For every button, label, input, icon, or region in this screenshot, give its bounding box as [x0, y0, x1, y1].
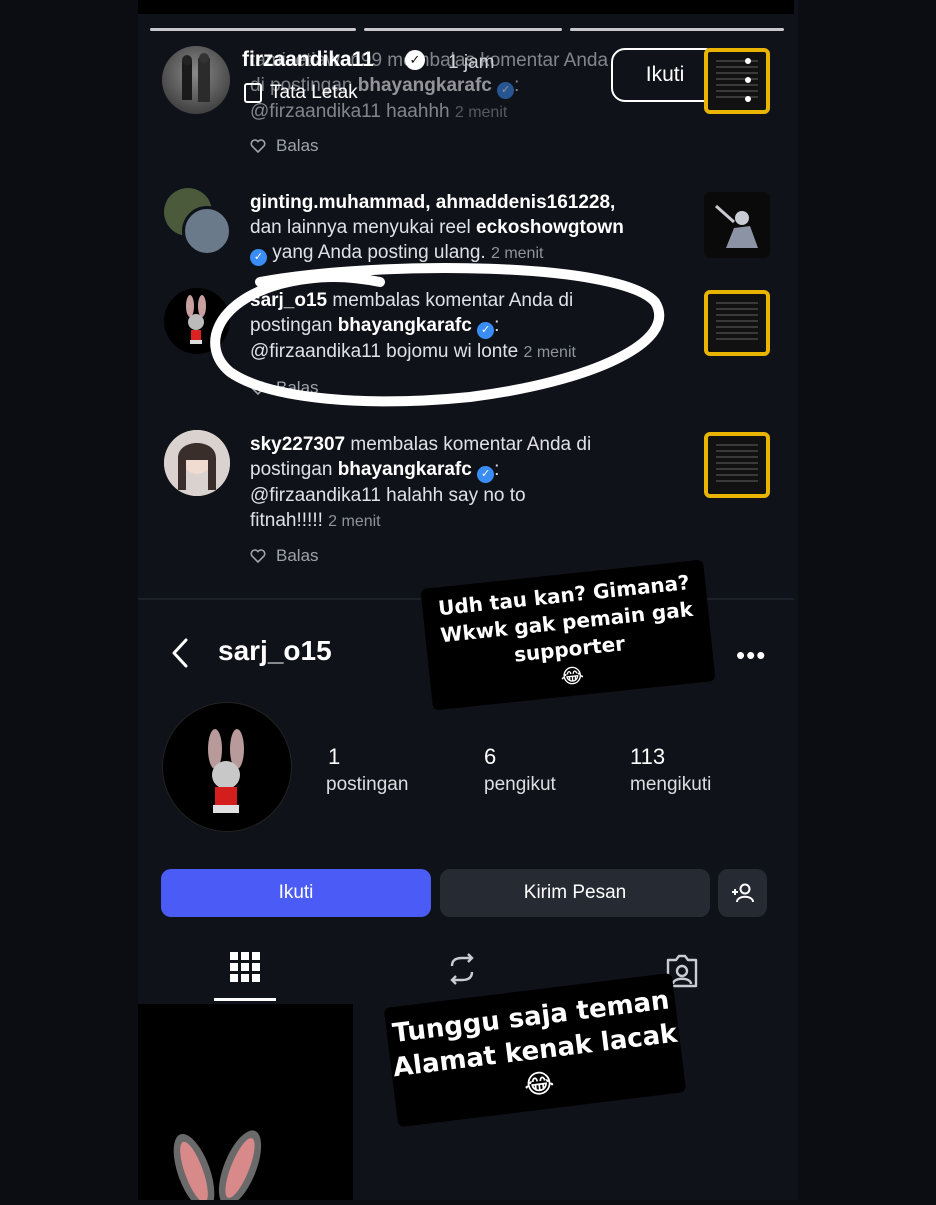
layout-icon — [244, 83, 262, 103]
following-count: 113 — [630, 744, 666, 769]
verified-badge-icon: ✓ — [497, 82, 515, 99]
notification-item[interactable]: ginting.muhammad, ahmaddenis161228, dan … — [250, 190, 690, 266]
rabbit-ears-icon — [173, 1130, 262, 1205]
layout-label[interactable]: Tata Letak — [244, 82, 358, 104]
avatar[interactable] — [162, 46, 230, 114]
reply-button[interactable]: Balas — [276, 136, 319, 156]
more-options-icon[interactable]: ••• — [736, 640, 766, 671]
follow-button[interactable]: Ikuti — [161, 869, 431, 917]
avatar-photo-icon — [182, 53, 210, 102]
profile-photo-icon — [164, 430, 230, 496]
right-margin — [798, 0, 936, 1200]
notification-line: membalas komentar Anda di — [345, 434, 592, 455]
repost-icon[interactable] — [446, 952, 478, 986]
profile-username: sarj_o15 — [218, 635, 332, 666]
add-user-icon — [731, 883, 754, 903]
notification-line: yang Anda posting ulang. — [272, 242, 486, 263]
profile-avatar[interactable] — [162, 702, 292, 832]
follow-button-label: Ikuti — [278, 882, 314, 903]
username-link[interactable]: bhayangkarafc — [338, 459, 472, 480]
heart-icon[interactable] — [250, 139, 266, 153]
notification-line: postingan — [250, 459, 338, 480]
story-progress-3 — [570, 28, 784, 31]
follow-button-label: Ikuti — [645, 63, 685, 86]
username-link[interactable]: bhayangkarafc — [358, 75, 492, 96]
add-user-button[interactable] — [718, 869, 767, 917]
comment-text: @firzaandika11 halahh say no to — [250, 485, 526, 506]
overlay-timestamp: 1 jam — [448, 52, 495, 73]
active-tab-indicator — [214, 998, 276, 1001]
notification-line: dan lainnya menyukai reel — [250, 217, 477, 238]
heart-icon[interactable] — [250, 549, 266, 563]
username-link[interactable]: sky227307 — [250, 434, 345, 455]
reply-button[interactable]: Balas — [276, 546, 319, 566]
highlight-circle-drawing — [210, 263, 665, 407]
left-margin — [0, 0, 138, 1200]
story-progress-1 — [150, 28, 356, 31]
username-link[interactable]: eckoshowgtown — [476, 217, 624, 238]
comment-text: @firzaandika11 haahhh — [250, 101, 450, 122]
story-top-bar — [138, 0, 794, 14]
overlay-username[interactable]: firzaandika11 — [242, 48, 374, 72]
posts-label[interactable]: postingan — [326, 774, 408, 796]
post-thumbnail[interactable] — [704, 192, 770, 258]
followers-label[interactable]: pengikut — [484, 774, 556, 796]
grid-post[interactable] — [138, 1004, 353, 1205]
layout-text: Tata Letak — [270, 82, 358, 103]
reply-action[interactable]: Balas — [250, 546, 319, 566]
usernames-text[interactable]: ginting.muhammad, ahmaddenis161228, — [250, 192, 615, 213]
timestamp: 2 menit — [490, 245, 544, 262]
grid-icon[interactable] — [230, 952, 260, 982]
comment-text: fitnah!!!!! — [250, 510, 323, 531]
send-message-button[interactable]: Kirim Pesan — [440, 869, 710, 917]
story-progress-2 — [364, 28, 562, 31]
post-thumbnail[interactable] — [704, 290, 770, 356]
reply-action[interactable]: Balas — [250, 136, 319, 156]
more-options-icon[interactable] — [744, 58, 752, 102]
post-thumbnail[interactable] — [704, 48, 770, 114]
timestamp: 2 menit — [454, 104, 508, 121]
verified-badge-icon: ✓ — [477, 466, 495, 483]
timestamp: 2 menit — [328, 513, 381, 530]
avatar[interactable] — [164, 430, 230, 496]
back-arrow-icon[interactable] — [170, 638, 190, 668]
reel-photo-icon — [715, 204, 758, 248]
post-thumbnail[interactable] — [704, 432, 770, 498]
verified-icon: ✓ — [405, 50, 425, 70]
avatar[interactable] — [182, 206, 232, 256]
follow-button[interactable]: Ikuti — [611, 48, 719, 102]
posts-count: 1 — [328, 744, 341, 769]
rabbit-avatar-icon — [208, 729, 244, 813]
notification-item[interactable]: sky227307 membalas komentar Anda di post… — [250, 432, 690, 534]
following-label[interactable]: mengikuti — [630, 774, 711, 796]
send-message-label: Kirim Pesan — [523, 882, 627, 903]
followers-count: 6 — [484, 744, 497, 769]
